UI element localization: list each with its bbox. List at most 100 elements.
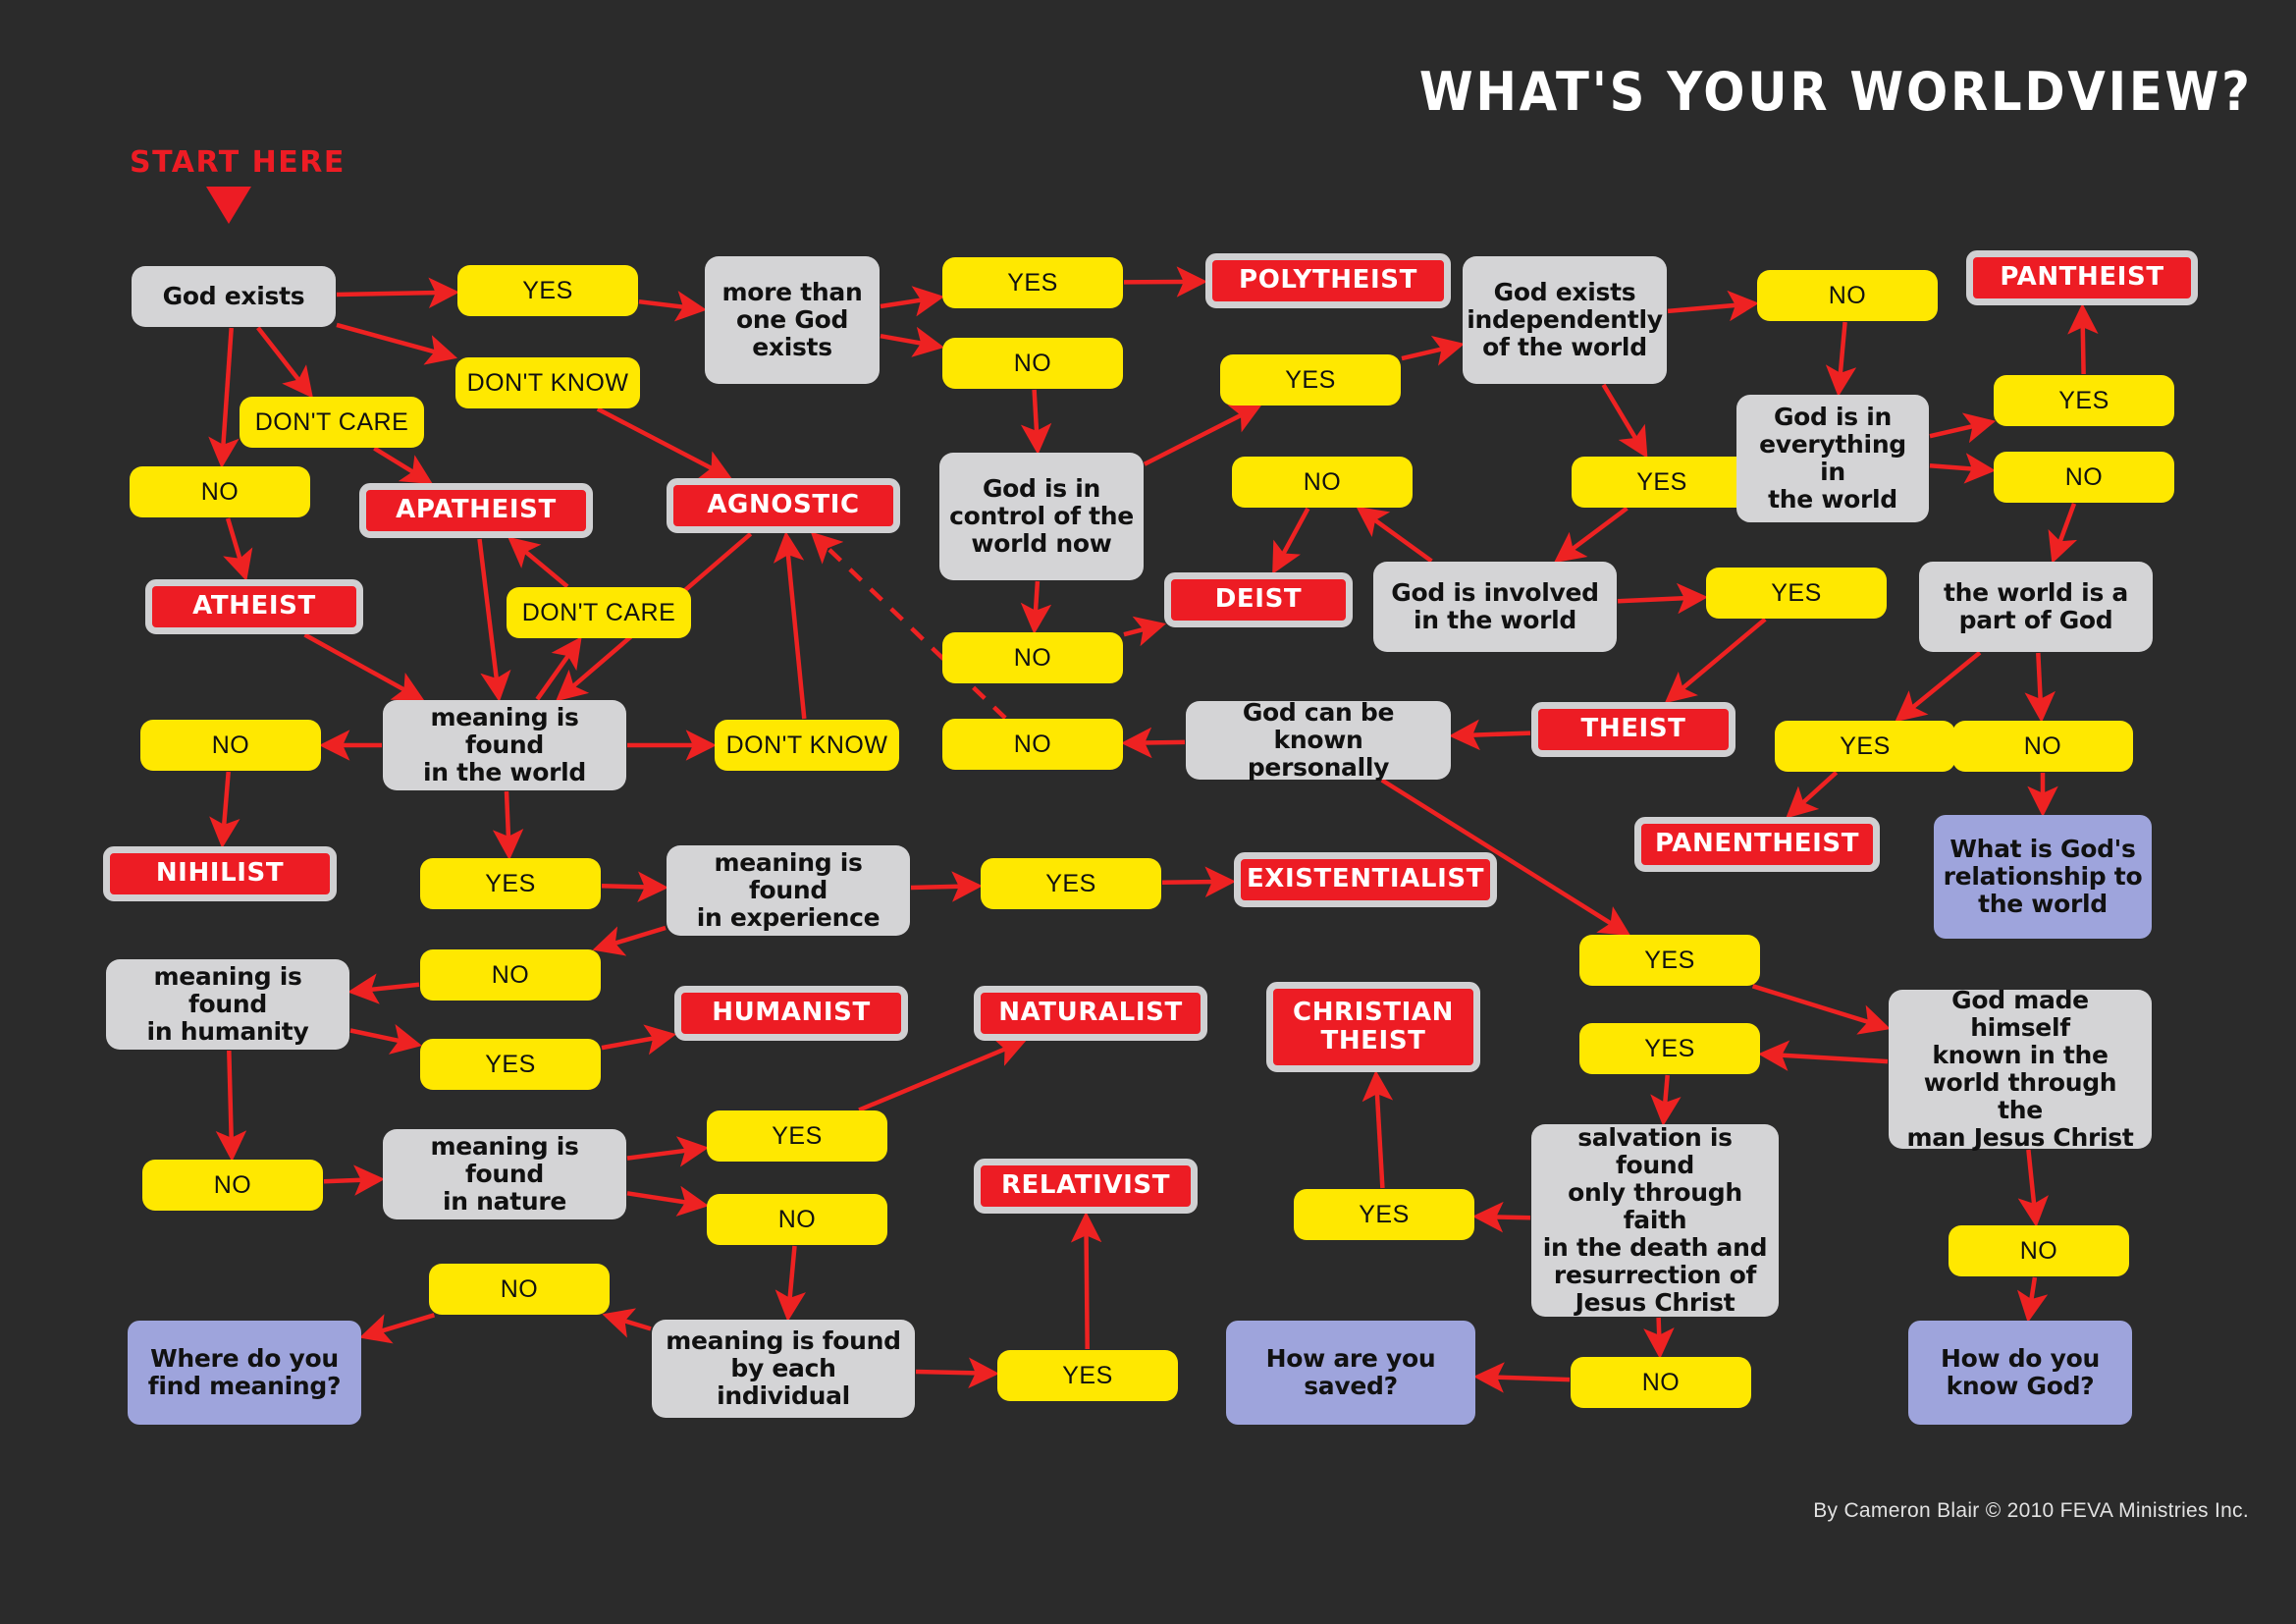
- flow-node-dont_know_2[interactable]: DON'T KNOW: [715, 720, 899, 771]
- flow-node-no_11[interactable]: NO: [1757, 270, 1938, 321]
- start-here-label: START HERE: [130, 145, 346, 180]
- flow-node-no_12[interactable]: NO: [1994, 452, 2174, 503]
- flow-node-where_meaning[interactable]: Where do you find meaning?: [128, 1321, 361, 1425]
- flow-node-yes_7[interactable]: YES: [942, 257, 1123, 308]
- flow-edge-meaning_nature-to-yes_5: [626, 1136, 710, 1167]
- flow-node-more_than_one_god[interactable]: more than one God exists: [705, 256, 880, 384]
- flow-node-label: YES: [1644, 947, 1695, 974]
- flow-edge-yes_15-to-christian_theist: [1362, 1069, 1394, 1189]
- flow-edge-yes_13-to-god_made_known: [1751, 984, 1892, 1035]
- flow-node-yes_3[interactable]: YES: [981, 858, 1161, 909]
- flow-node-dont_know_1[interactable]: DON'T KNOW: [455, 357, 640, 408]
- flow-node-no_7[interactable]: NO: [942, 338, 1123, 389]
- flow-node-no_5[interactable]: NO: [707, 1194, 887, 1245]
- flow-edge-no_11-to-god_everything: [1825, 321, 1857, 398]
- flow-node-theist[interactable]: THEIST: [1531, 702, 1735, 757]
- flow-node-deist[interactable]: DEIST: [1164, 572, 1353, 627]
- flow-node-label: meaning is found in humanity: [146, 962, 309, 1046]
- flow-node-polytheist[interactable]: POLYTHEIST: [1205, 253, 1451, 308]
- flow-node-yes_8[interactable]: YES: [1220, 354, 1401, 406]
- flow-node-agnostic[interactable]: AGNOSTIC: [667, 478, 900, 533]
- flow-edge-no_1-to-atheist: [223, 517, 253, 582]
- flow-node-label: YES: [1840, 732, 1891, 760]
- flow-node-label: God made himself known in the world throug…: [1906, 986, 2134, 1152]
- flow-node-god_control[interactable]: God is in control of the world now: [939, 453, 1144, 580]
- flow-node-pantheist[interactable]: PANTHEIST: [1966, 250, 2198, 305]
- flow-node-yes_1[interactable]: YES: [457, 265, 638, 316]
- flow-node-label: God exists: [162, 282, 305, 310]
- flow-node-relativist[interactable]: RELATIVIST: [974, 1159, 1198, 1214]
- flow-node-no_14[interactable]: NO: [1571, 1357, 1751, 1408]
- flow-node-meaning_individual[interactable]: meaning is found by each individual: [652, 1320, 915, 1418]
- flow-edge-world_part_of_god-to-yes_12: [1895, 650, 1982, 723]
- flow-node-god_involved[interactable]: God is involved in the world: [1373, 562, 1617, 652]
- flow-node-no_8[interactable]: NO: [1232, 457, 1413, 508]
- flow-edge-world_part_of_god-to-no_13: [2024, 652, 2056, 724]
- flow-node-no_4[interactable]: NO: [142, 1160, 323, 1211]
- flow-node-yes_9[interactable]: YES: [1572, 457, 1752, 508]
- flow-node-god_everything[interactable]: God is in everything in the world: [1736, 395, 1929, 522]
- flow-node-label: NO: [2064, 463, 2104, 491]
- flow-node-label: God exists independently of the world: [1467, 278, 1663, 361]
- flow-node-yes_12[interactable]: YES: [1775, 721, 1955, 772]
- flow-node-label: NATURALIST: [998, 998, 1183, 1028]
- flow-node-yes_2[interactable]: YES: [420, 858, 601, 909]
- flow-node-no_9[interactable]: NO: [942, 632, 1123, 683]
- flow-node-label: NO: [213, 1171, 252, 1199]
- flow-node-label: PANENTHEIST: [1654, 829, 1860, 859]
- flow-edge-god_everything-to-no_12: [1929, 453, 1997, 484]
- flow-node-no_6[interactable]: NO: [429, 1264, 610, 1315]
- flow-edge-meaning_nature-to-no_5: [626, 1185, 710, 1217]
- flow-edge-meaning_world-to-yes_2: [492, 790, 524, 861]
- flow-node-label: YES: [1644, 1035, 1695, 1062]
- flow-node-no_10[interactable]: NO: [942, 719, 1123, 770]
- flow-node-label: DEIST: [1214, 584, 1303, 615]
- flow-node-yes_5[interactable]: YES: [707, 1110, 887, 1162]
- flow-node-atheist[interactable]: ATHEIST: [145, 579, 363, 634]
- flow-edge-no_12-to-world_part_of_god: [2048, 503, 2078, 564]
- flow-node-no_13[interactable]: NO: [1952, 721, 2133, 772]
- flow-node-yes_11[interactable]: YES: [1994, 375, 2174, 426]
- flow-node-label: What is God's relationship to the world: [1943, 835, 2143, 918]
- flow-node-no_3[interactable]: NO: [420, 949, 601, 1001]
- flow-node-christian_theist[interactable]: CHRISTIAN THEIST: [1266, 982, 1480, 1072]
- flow-node-meaning_world[interactable]: meaning is found in the world: [383, 700, 626, 790]
- flow-node-yes_10[interactable]: YES: [1706, 568, 1887, 619]
- flow-node-dont_care_2[interactable]: DON'T CARE: [507, 587, 691, 638]
- flow-node-what_relationship[interactable]: What is God's relationship to the world: [1934, 815, 2152, 939]
- flow-node-salvation[interactable]: salvation is found only through faith in t…: [1531, 1124, 1779, 1317]
- flow-node-world_part_of_god[interactable]: the world is a part of God: [1919, 562, 2153, 652]
- flow-node-god_made_known[interactable]: God made himself known in the world throug…: [1889, 986, 2152, 1152]
- flow-node-no_15[interactable]: NO: [1949, 1225, 2129, 1276]
- flow-node-meaning_humanity[interactable]: meaning is found in humanity: [106, 959, 349, 1050]
- flow-node-dont_care_1[interactable]: DON'T CARE: [240, 397, 424, 448]
- flow-node-no_1[interactable]: NO: [130, 466, 310, 517]
- flow-node-label: DON'T KNOW: [466, 369, 629, 397]
- flow-node-yes_14[interactable]: YES: [1579, 1023, 1760, 1074]
- flow-edge-yes_8-to-god_exists_indep: [1401, 335, 1466, 366]
- flow-node-label: God is in control of the world now: [949, 474, 1134, 558]
- flow-node-yes_4[interactable]: YES: [420, 1039, 601, 1090]
- flow-node-god_exists[interactable]: God exists: [132, 266, 336, 327]
- flow-node-existentialist[interactable]: EXISTENTIALIST: [1234, 852, 1497, 907]
- flow-node-no_2[interactable]: NO: [140, 720, 321, 771]
- flow-node-naturalist[interactable]: NATURALIST: [974, 986, 1207, 1041]
- flow-node-yes_6[interactable]: YES: [997, 1350, 1178, 1401]
- flow-node-humanist[interactable]: HUMANIST: [674, 986, 908, 1041]
- flow-node-label: DON'T CARE: [254, 408, 409, 436]
- flow-node-how_know_god[interactable]: How do you know God?: [1908, 1321, 2132, 1425]
- flow-node-label: NO: [1828, 282, 1867, 309]
- flow-edge-god_known_personally-to-no_10: [1120, 727, 1186, 759]
- flow-node-meaning_nature[interactable]: meaning is found in nature: [383, 1129, 626, 1219]
- flow-node-god_exists_indep[interactable]: God exists independently of the world: [1463, 256, 1667, 384]
- flow-node-yes_15[interactable]: YES: [1294, 1189, 1474, 1240]
- flow-node-yes_13[interactable]: YES: [1579, 935, 1760, 986]
- flow-edge-no_7-to-god_control: [1020, 389, 1052, 456]
- flow-node-label: THEIST: [1580, 714, 1686, 744]
- flow-node-nihilist[interactable]: NIHILIST: [103, 846, 337, 901]
- flow-node-panentheist[interactable]: PANENTHEIST: [1634, 817, 1880, 872]
- flow-node-apatheist[interactable]: APATHEIST: [359, 483, 593, 538]
- flow-node-how_saved[interactable]: How are you saved?: [1226, 1321, 1475, 1425]
- flow-node-meaning_experience[interactable]: meaning is found in experience: [667, 845, 910, 936]
- flow-node-god_known_personally[interactable]: God can be known personally: [1186, 699, 1451, 782]
